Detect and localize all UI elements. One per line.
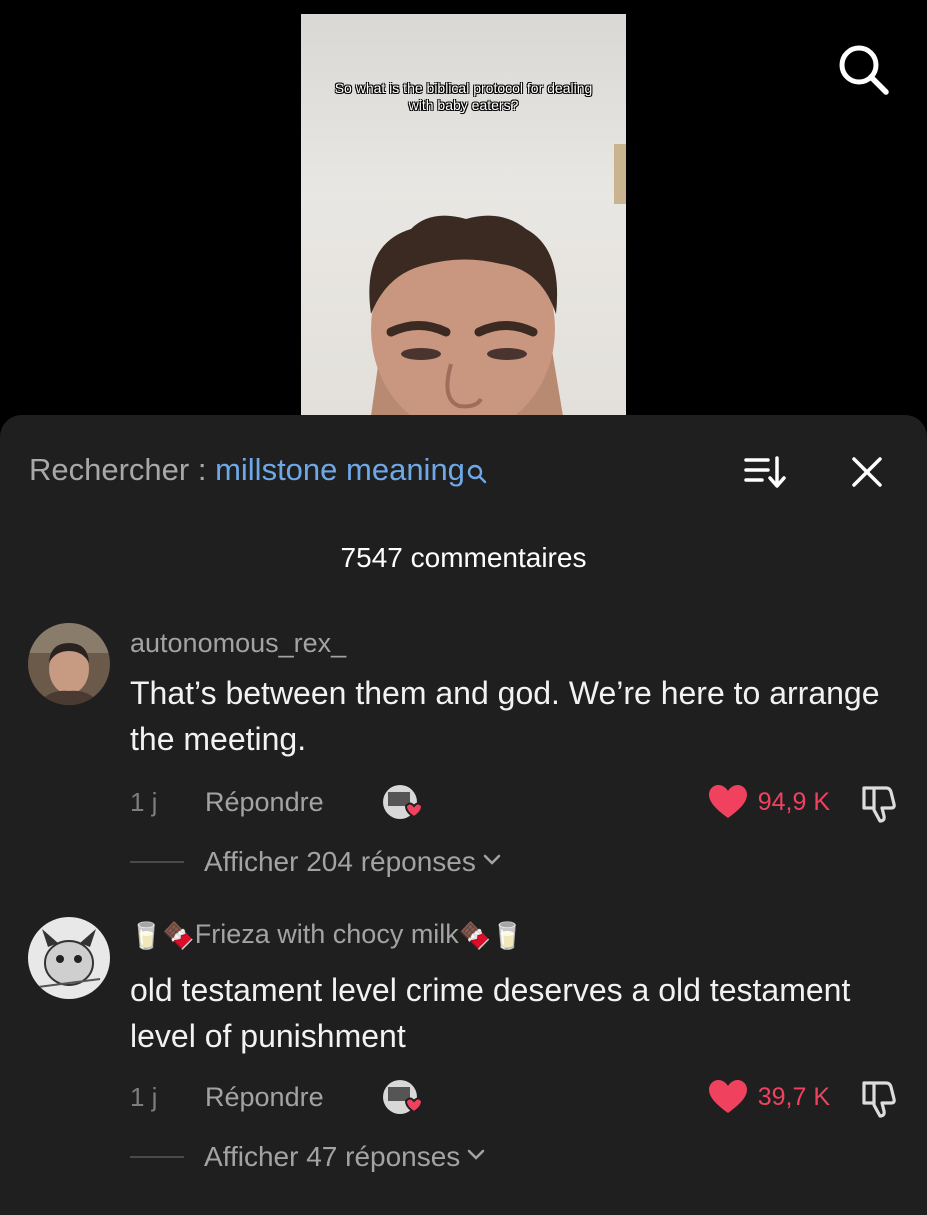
heart-icon	[708, 1080, 747, 1113]
search-query[interactable]: millstone meaning	[215, 452, 465, 487]
avatar[interactable]	[28, 623, 110, 705]
close-icon[interactable]	[850, 455, 884, 489]
comments-sheet: Rechercher : millstone meaning 7547 comm…	[0, 415, 927, 1215]
avatar[interactable]	[28, 917, 110, 999]
username-emoji-right: 🍫🥛	[458, 920, 524, 951]
comment-time: 1 j	[130, 787, 158, 817]
like-count: 94,9 K	[757, 787, 830, 816]
comment-actions: 1 j Répondre 39,7 K	[130, 1077, 900, 1119]
heart-icon	[708, 785, 747, 818]
search-icon[interactable]	[836, 42, 890, 96]
creator-liked-badge	[380, 1077, 428, 1117]
reply-button[interactable]: Répondre	[205, 1077, 324, 1117]
small-search-icon	[467, 454, 487, 494]
divider-line	[130, 1156, 184, 1158]
view-replies[interactable]: Afficher 47 réponses	[130, 1137, 486, 1177]
comment-actions: 1 j Répondre 94,9 K	[130, 782, 900, 824]
comment-username[interactable]: autonomous_rex_	[130, 628, 346, 659]
comment-username[interactable]: 🥛🍫Frieza with chocy milk🍫🥛	[130, 919, 524, 951]
related-search-link[interactable]: Rechercher : millstone meaning	[29, 450, 487, 490]
comment-text: That’s between them and god. We’re here …	[130, 675, 880, 757]
comment-count: 7547 commentaires	[340, 542, 587, 573]
video-person-illustration	[369, 215, 563, 416]
chevron-down-icon	[482, 853, 502, 872]
like-count: 39,7 K	[757, 1082, 830, 1111]
creator-liked-badge	[380, 782, 428, 822]
sort-icon[interactable]	[744, 455, 786, 489]
comment-text: old testament level crime deserves a old…	[130, 972, 851, 1054]
reply-button[interactable]: Répondre	[205, 782, 324, 822]
chevron-down-icon	[466, 1148, 486, 1167]
view-replies[interactable]: Afficher 204 réponses	[130, 842, 502, 882]
dislike-icon[interactable]	[856, 784, 900, 824]
comment-time: 1 j	[130, 1082, 158, 1112]
like-button[interactable]: 39,7 K	[708, 1077, 830, 1117]
dislike-icon[interactable]	[856, 1079, 900, 1119]
username-emoji-left: 🥛🍫	[130, 920, 195, 951]
video-preview[interactable]: So what is the biblical protocol for dea…	[301, 14, 626, 416]
search-prefix: Rechercher :	[29, 452, 216, 487]
username-text: Frieza with chocy milk	[194, 919, 459, 949]
divider-line	[130, 861, 184, 863]
like-button[interactable]: 94,9 K	[708, 782, 830, 822]
view-replies-label[interactable]: Afficher 47 réponses	[204, 1141, 460, 1173]
video-caption: So what is the biblical protocol for dea…	[334, 80, 593, 113]
view-replies-label[interactable]: Afficher 204 réponses	[204, 846, 476, 878]
